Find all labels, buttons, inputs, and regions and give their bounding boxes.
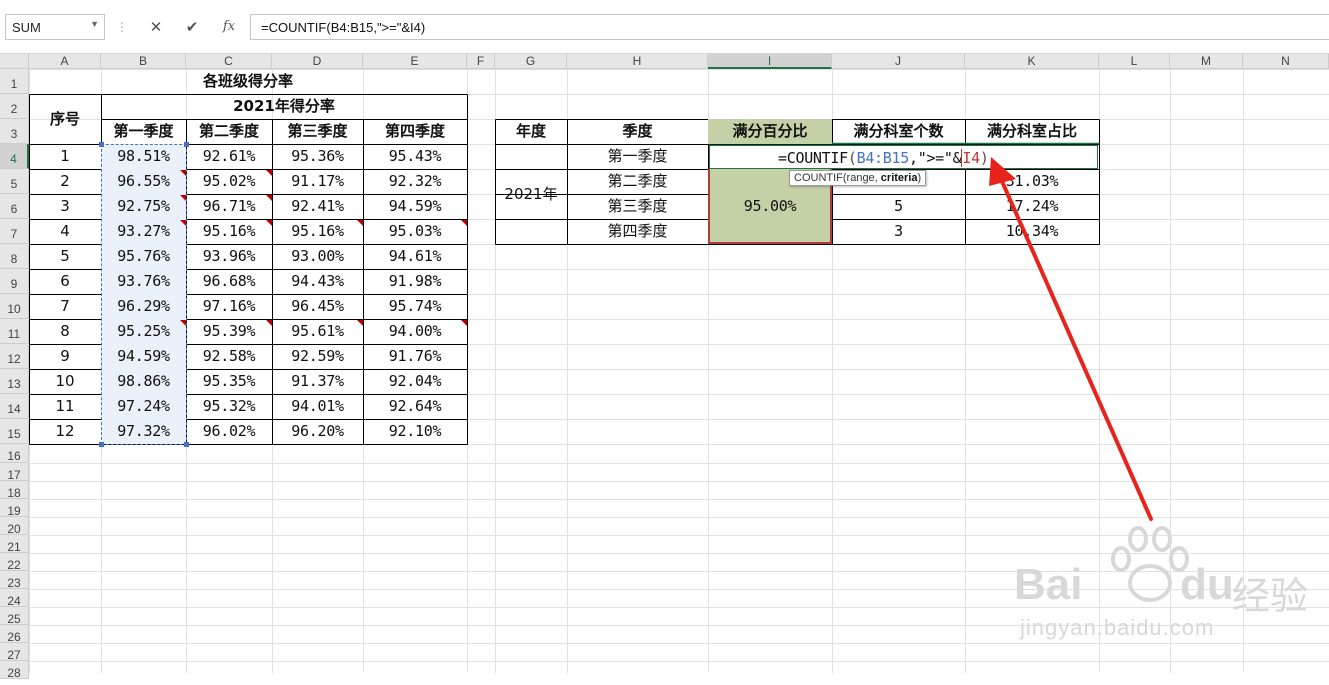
- watermark-brand: Bai: [1014, 560, 1083, 609]
- watermark-url: jingyan.baidu.com: [1020, 615, 1215, 640]
- function-tooltip: COUNTIF(range, criteria): [789, 170, 927, 186]
- baidu-watermark: Bai du 经验 jingyan.baidu.com: [1010, 525, 1310, 655]
- watermark-cn: 经验: [1232, 574, 1309, 618]
- watermark-brand-2: du: [1180, 560, 1234, 609]
